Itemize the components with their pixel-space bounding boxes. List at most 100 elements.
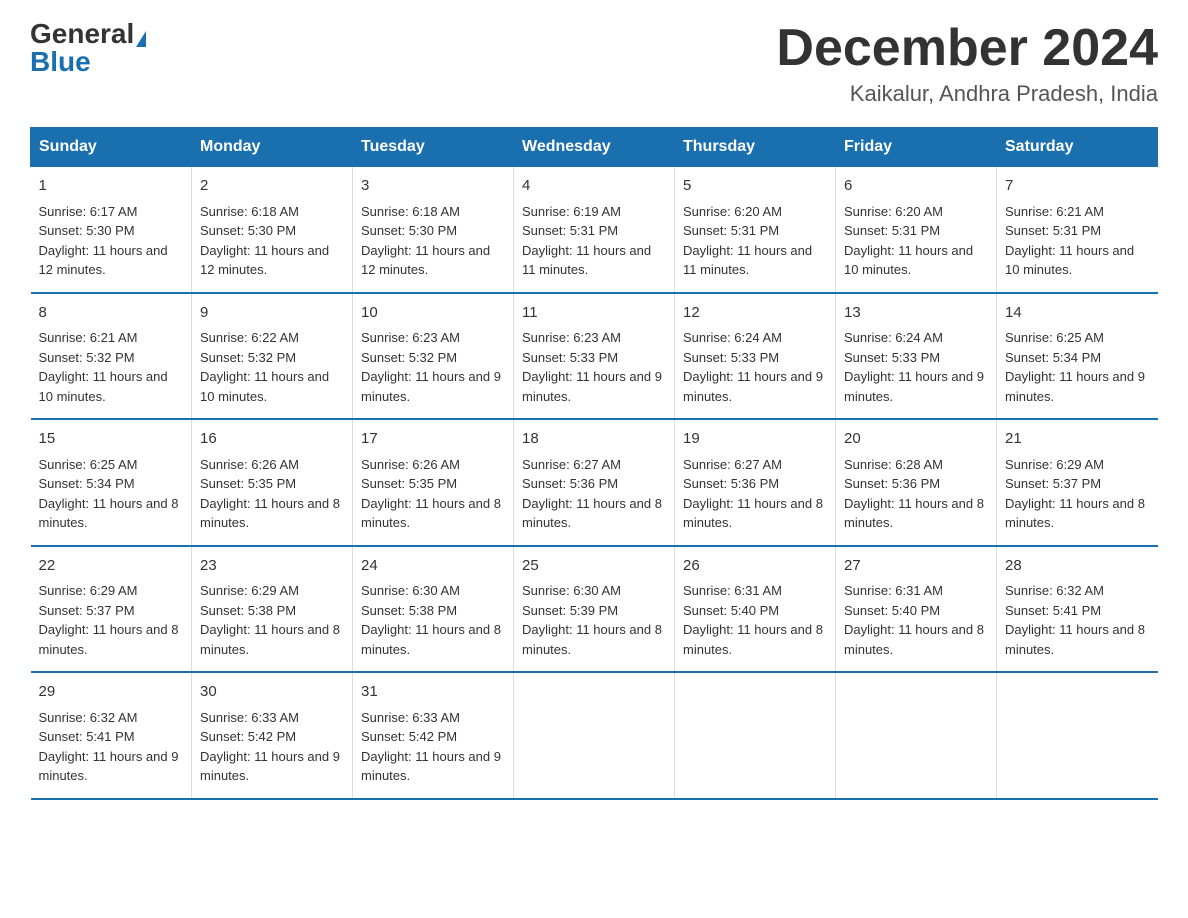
calendar-cell: 30 Sunrise: 6:33 AMSunset: 5:42 PMDayligh… [192, 672, 353, 799]
day-number: 3 [361, 175, 505, 198]
calendar-cell: 2 Sunrise: 6:18 AMSunset: 5:30 PMDaylight… [192, 167, 353, 293]
calendar-cell: 18 Sunrise: 6:27 AMSunset: 5:36 PMDayligh… [514, 419, 675, 546]
calendar-cell: 15 Sunrise: 6:25 AMSunset: 5:34 PMDayligh… [31, 419, 192, 546]
calendar-week-2: 8 Sunrise: 6:21 AMSunset: 5:32 PMDaylight… [31, 293, 1158, 420]
day-number: 27 [844, 555, 988, 578]
calendar-cell: 21Sunrise: 6:29 AMSunset: 5:37 PMDayligh… [997, 419, 1158, 546]
calendar-cell: 28 Sunrise: 6:32 AMSunset: 5:41 PMDayligh… [997, 546, 1158, 673]
calendar-cell: 7 Sunrise: 6:21 AMSunset: 5:31 PMDaylight… [997, 167, 1158, 293]
day-info: Sunrise: 6:23 AMSunset: 5:32 PMDaylight:… [361, 330, 501, 404]
day-info: Sunrise: 6:26 AMSunset: 5:35 PMDaylight:… [361, 457, 501, 531]
day-number: 5 [683, 175, 827, 198]
logo-general-text: General [30, 18, 134, 49]
calendar-week-3: 15 Sunrise: 6:25 AMSunset: 5:34 PMDayligh… [31, 419, 1158, 546]
day-number: 16 [200, 428, 344, 451]
day-info: Sunrise: 6:32 AMSunset: 5:41 PMDaylight:… [1005, 583, 1145, 657]
logo-blue-text: Blue [30, 48, 91, 76]
day-info: Sunrise: 6:31 AMSunset: 5:40 PMDaylight:… [844, 583, 984, 657]
day-number: 8 [39, 302, 184, 325]
day-number: 28 [1005, 555, 1150, 578]
day-number: 15 [39, 428, 184, 451]
day-number: 9 [200, 302, 344, 325]
logo: General Blue [30, 20, 146, 76]
day-number: 20 [844, 428, 988, 451]
calendar-cell: 25Sunrise: 6:30 AMSunset: 5:39 PMDayligh… [514, 546, 675, 673]
day-info: Sunrise: 6:21 AMSunset: 5:31 PMDaylight:… [1005, 204, 1134, 278]
day-number: 26 [683, 555, 827, 578]
calendar-cell [514, 672, 675, 799]
day-number: 11 [522, 302, 666, 325]
logo-top: General [30, 20, 146, 48]
day-info: Sunrise: 6:24 AMSunset: 5:33 PMDaylight:… [844, 330, 984, 404]
calendar-cell: 27 Sunrise: 6:31 AMSunset: 5:40 PMDayligh… [836, 546, 997, 673]
day-info: Sunrise: 6:29 AMSunset: 5:38 PMDaylight:… [200, 583, 340, 657]
day-info: Sunrise: 6:25 AMSunset: 5:34 PMDaylight:… [1005, 330, 1145, 404]
calendar-cell: 11Sunrise: 6:23 AMSunset: 5:33 PMDayligh… [514, 293, 675, 420]
calendar-cell: 12 Sunrise: 6:24 AMSunset: 5:33 PMDayligh… [675, 293, 836, 420]
day-number: 29 [39, 681, 184, 704]
logo-triangle-icon [136, 31, 146, 47]
header-day-saturday: Saturday [997, 128, 1158, 167]
day-info: Sunrise: 6:26 AMSunset: 5:35 PMDaylight:… [200, 457, 340, 531]
day-info: Sunrise: 6:19 AMSunset: 5:31 PMDaylight:… [522, 204, 651, 278]
calendar-cell: 5 Sunrise: 6:20 AMSunset: 5:31 PMDaylight… [675, 167, 836, 293]
day-info: Sunrise: 6:31 AMSunset: 5:40 PMDaylight:… [683, 583, 823, 657]
calendar-cell: 16 Sunrise: 6:26 AMSunset: 5:35 PMDayligh… [192, 419, 353, 546]
day-number: 18 [522, 428, 666, 451]
day-number: 12 [683, 302, 827, 325]
day-number: 13 [844, 302, 988, 325]
day-info: Sunrise: 6:20 AMSunset: 5:31 PMDaylight:… [844, 204, 973, 278]
calendar-cell: 13 Sunrise: 6:24 AMSunset: 5:33 PMDayligh… [836, 293, 997, 420]
month-title: December 2024 [776, 20, 1158, 77]
calendar-header: SundayMondayTuesdayWednesdayThursdayFrid… [31, 128, 1158, 167]
calendar-week-4: 22 Sunrise: 6:29 AMSunset: 5:37 PMDayligh… [31, 546, 1158, 673]
calendar-cell [836, 672, 997, 799]
day-number: 4 [522, 175, 666, 198]
day-info: Sunrise: 6:25 AMSunset: 5:34 PMDaylight:… [39, 457, 179, 531]
calendar-cell: 10 Sunrise: 6:23 AMSunset: 5:32 PMDayligh… [353, 293, 514, 420]
day-info: Sunrise: 6:33 AMSunset: 5:42 PMDaylight:… [200, 710, 340, 784]
day-number: 23 [200, 555, 344, 578]
day-number: 30 [200, 681, 344, 704]
day-number: 17 [361, 428, 505, 451]
day-info: Sunrise: 6:18 AMSunset: 5:30 PMDaylight:… [361, 204, 490, 278]
day-number: 24 [361, 555, 505, 578]
calendar-cell: 20 Sunrise: 6:28 AMSunset: 5:36 PMDayligh… [836, 419, 997, 546]
calendar-cell: 23 Sunrise: 6:29 AMSunset: 5:38 PMDayligh… [192, 546, 353, 673]
day-info: Sunrise: 6:29 AMSunset: 5:37 PMDaylight:… [1005, 457, 1145, 531]
day-info: Sunrise: 6:29 AMSunset: 5:37 PMDaylight:… [39, 583, 179, 657]
day-info: Sunrise: 6:32 AMSunset: 5:41 PMDaylight:… [39, 710, 179, 784]
calendar-week-1: 1Sunrise: 6:17 AMSunset: 5:30 PMDaylight… [31, 167, 1158, 293]
day-number: 7 [1005, 175, 1150, 198]
calendar-cell [675, 672, 836, 799]
calendar-cell: 6 Sunrise: 6:20 AMSunset: 5:31 PMDaylight… [836, 167, 997, 293]
calendar-table: SundayMondayTuesdayWednesdayThursdayFrid… [30, 127, 1158, 800]
day-number: 22 [39, 555, 184, 578]
day-number: 6 [844, 175, 988, 198]
day-info: Sunrise: 6:22 AMSunset: 5:32 PMDaylight:… [200, 330, 329, 404]
calendar-cell: 8 Sunrise: 6:21 AMSunset: 5:32 PMDaylight… [31, 293, 192, 420]
calendar-cell: 31Sunrise: 6:33 AMSunset: 5:42 PMDayligh… [353, 672, 514, 799]
day-info: Sunrise: 6:18 AMSunset: 5:30 PMDaylight:… [200, 204, 329, 278]
header-day-tuesday: Tuesday [353, 128, 514, 167]
day-info: Sunrise: 6:20 AMSunset: 5:31 PMDaylight:… [683, 204, 812, 278]
header-day-sunday: Sunday [31, 128, 192, 167]
day-number: 14 [1005, 302, 1150, 325]
calendar-cell: 19 Sunrise: 6:27 AMSunset: 5:36 PMDayligh… [675, 419, 836, 546]
day-info: Sunrise: 6:30 AMSunset: 5:38 PMDaylight:… [361, 583, 501, 657]
calendar-cell: 3 Sunrise: 6:18 AMSunset: 5:30 PMDaylight… [353, 167, 514, 293]
day-info: Sunrise: 6:24 AMSunset: 5:33 PMDaylight:… [683, 330, 823, 404]
calendar-cell: 24 Sunrise: 6:30 AMSunset: 5:38 PMDayligh… [353, 546, 514, 673]
day-info: Sunrise: 6:27 AMSunset: 5:36 PMDaylight:… [683, 457, 823, 531]
day-info: Sunrise: 6:28 AMSunset: 5:36 PMDaylight:… [844, 457, 984, 531]
day-number: 19 [683, 428, 827, 451]
day-number: 10 [361, 302, 505, 325]
day-info: Sunrise: 6:21 AMSunset: 5:32 PMDaylight:… [39, 330, 168, 404]
day-info: Sunrise: 6:27 AMSunset: 5:36 PMDaylight:… [522, 457, 662, 531]
day-number: 2 [200, 175, 344, 198]
calendar-cell: 17 Sunrise: 6:26 AMSunset: 5:35 PMDayligh… [353, 419, 514, 546]
day-info: Sunrise: 6:17 AMSunset: 5:30 PMDaylight:… [39, 204, 168, 278]
day-info: Sunrise: 6:33 AMSunset: 5:42 PMDaylight:… [361, 710, 501, 784]
calendar-cell: 26 Sunrise: 6:31 AMSunset: 5:40 PMDayligh… [675, 546, 836, 673]
page-header: General Blue December 2024 Kaikalur, And… [30, 20, 1158, 107]
